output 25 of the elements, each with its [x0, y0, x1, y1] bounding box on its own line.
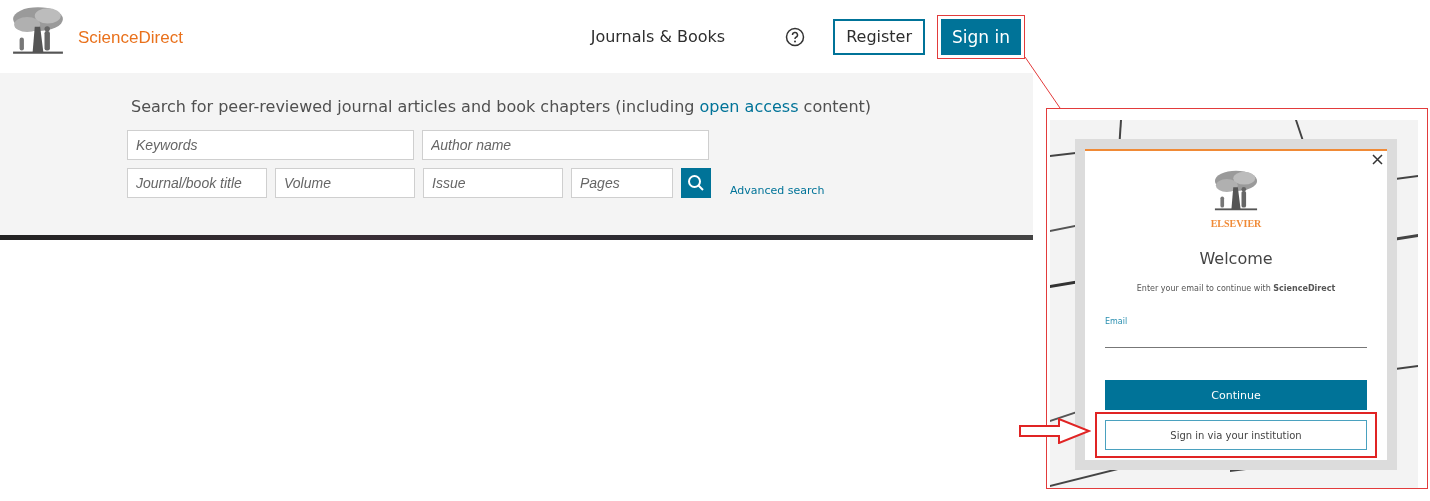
search-field[interactable]: Author name	[422, 130, 709, 160]
search-intro: Search for peer-reviewed journal articles and book chapters (including open access content)	[131, 97, 873, 116]
tree-logo	[10, 4, 66, 57]
continue-button[interactable]: Continue	[1105, 380, 1367, 410]
logo-text[interactable]: ScienceDirect	[78, 27, 183, 48]
modal-title: Welcome	[1199, 249, 1273, 268]
search-field[interactable]: Keywords	[127, 130, 414, 160]
register-button[interactable]: Register	[833, 18, 925, 55]
search-field[interactable]: Volume	[275, 168, 415, 198]
open-access-link[interactable]: open access	[699, 97, 799, 116]
search-field[interactable]: Journal/book title	[127, 168, 267, 198]
email-label: Email	[1105, 317, 1128, 326]
advanced-search-link[interactable]: Advanced search	[730, 183, 825, 197]
modal-subtitle: Enter your email to continue with ScienceDirect	[1136, 284, 1336, 293]
search-button[interactable]	[681, 168, 711, 198]
sign-in-button[interactable]: Sign in	[941, 18, 1021, 55]
tree-logo	[1213, 169, 1259, 213]
search-icon	[687, 174, 705, 192]
nav-link[interactable]: Journals & Books	[590, 27, 726, 46]
institution-button[interactable]: Sign in via your institution	[1105, 420, 1367, 450]
search-field[interactable]: Pages	[571, 168, 673, 198]
brand-text: ELSEVIER	[1210, 218, 1262, 229]
close-icon[interactable]	[1372, 154, 1383, 165]
search-field[interactable]: Issue	[423, 168, 563, 198]
help-icon[interactable]	[785, 26, 806, 47]
